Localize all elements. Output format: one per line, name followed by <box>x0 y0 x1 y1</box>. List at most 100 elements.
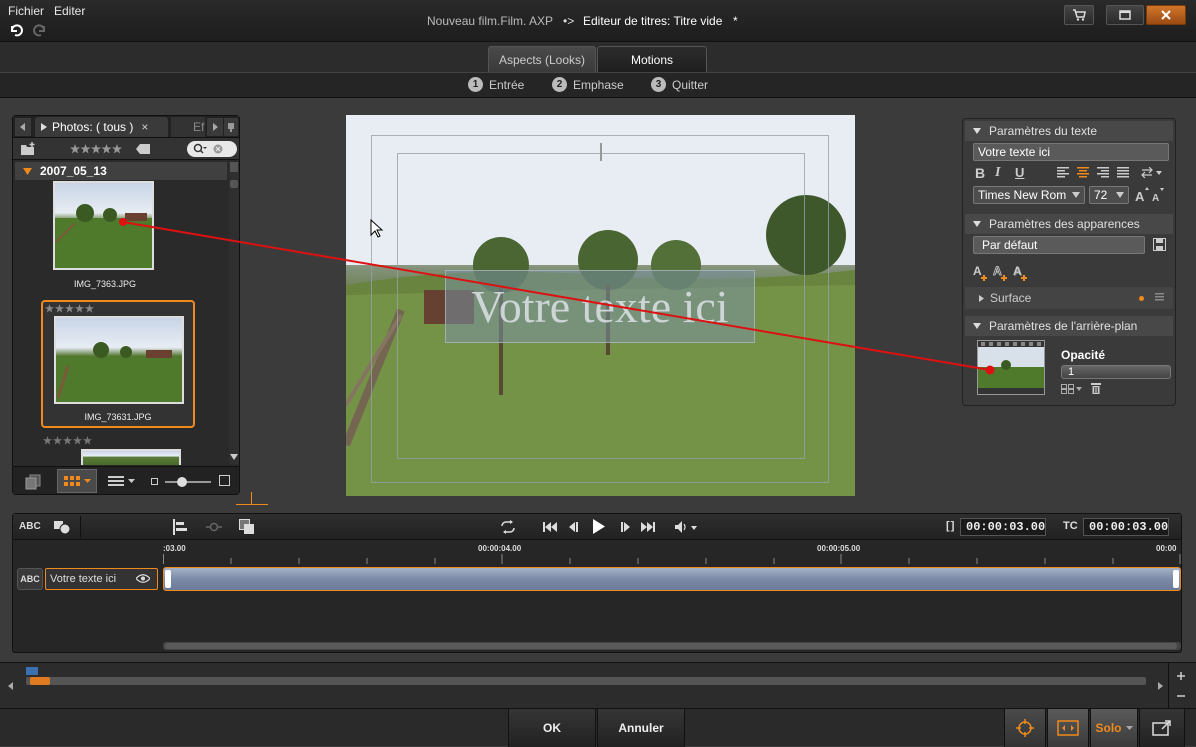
appearance-params-header[interactable]: Paramètres des apparences <box>965 214 1173 234</box>
appearance-preset-field[interactable]: Par défaut <box>973 236 1145 254</box>
external-preview-button[interactable] <box>1139 709 1185 747</box>
layer-menu-icon[interactable] <box>1155 293 1164 301</box>
photo-rating-stars[interactable] <box>43 436 93 445</box>
play-icon[interactable] <box>593 519 605 534</box>
go-start-icon[interactable] <box>543 522 557 532</box>
zoom-out-icon[interactable] <box>1174 689 1188 703</box>
add-edge-icon[interactable]: A <box>993 263 1009 281</box>
tab-close-icon[interactable]: × <box>141 120 148 134</box>
redo-icon[interactable] <box>32 22 48 38</box>
align-left-icon[interactable] <box>1057 167 1069 178</box>
step-number: 2 <box>552 77 567 92</box>
clear-search-icon[interactable] <box>213 144 223 154</box>
scrub-track[interactable] <box>26 677 1146 685</box>
title-preview[interactable]: Votre texte ici <box>346 115 855 496</box>
scroll-thumb[interactable] <box>230 162 238 172</box>
library-item[interactable]: IMG_7363.JPG <box>53 181 157 291</box>
clip-trim-start[interactable] <box>165 570 171 588</box>
tab-looks[interactable]: Aspects (Looks) <box>488 46 596 72</box>
scroll-thumb[interactable] <box>165 643 1177 649</box>
align-right-icon[interactable] <box>1097 167 1109 178</box>
add-face-icon[interactable]: A <box>973 263 989 281</box>
bold-button[interactable]: B <box>975 165 985 181</box>
undo-icon[interactable] <box>8 22 24 38</box>
scrub-position-indicator[interactable] <box>30 677 50 685</box>
target-button[interactable] <box>1004 709 1046 747</box>
grid-view-button[interactable] <box>57 469 97 493</box>
cancel-button[interactable]: Annuler <box>597 709 685 747</box>
duration-display[interactable]: 00:00:03.00 <box>960 518 1046 536</box>
fit-button[interactable] <box>1047 709 1089 747</box>
slider-handle[interactable] <box>177 477 187 487</box>
scrub-left-icon[interactable] <box>6 679 16 693</box>
text-input[interactable]: Votre texte ici <box>973 143 1169 161</box>
surface-layer-row[interactable]: Surface <box>965 287 1173 309</box>
solo-button[interactable]: Solo <box>1090 709 1138 747</box>
scroll-step[interactable] <box>230 180 238 188</box>
scrub-right-icon[interactable] <box>1155 679 1165 693</box>
go-end-icon[interactable] <box>641 522 655 532</box>
photo-rating-stars[interactable] <box>45 304 95 313</box>
tag-icon[interactable] <box>135 143 151 155</box>
close-button[interactable] <box>1146 5 1186 25</box>
step-emphasis[interactable]: 2 Emphase <box>552 77 624 92</box>
title-clip[interactable] <box>163 567 1181 591</box>
background-thumbnail[interactable] <box>977 340 1045 395</box>
timeline-ruler[interactable]: :03.00 00:00:04.00 00:00:05.00 00:00 <box>163 542 1181 564</box>
group-icon[interactable] <box>239 519 255 535</box>
align-icon[interactable] <box>173 519 187 535</box>
add-text-button[interactable]: ABC <box>19 521 41 532</box>
step-exit[interactable]: 3 Quitter <box>651 77 708 92</box>
text-direction-icon[interactable] <box>1141 167 1163 178</box>
library-item-selected[interactable]: IMG_73631.JPG <box>41 300 195 428</box>
menu-edit[interactable]: Editer <box>54 4 85 18</box>
library-tab-effects[interactable]: Ef <box>171 117 205 137</box>
add-shadow-icon[interactable]: AA <box>1013 263 1029 281</box>
library-tab-photos[interactable]: Photos: ( tous ) × <box>35 117 168 137</box>
step-entry[interactable]: 1 Entrée <box>468 77 524 92</box>
opacity-input[interactable]: 1 <box>1061 365 1171 379</box>
clip-trim-end[interactable] <box>1173 570 1179 588</box>
stack-icon[interactable] <box>23 473 43 491</box>
volume-icon[interactable] <box>675 521 699 533</box>
search-box[interactable] <box>187 141 237 157</box>
step-back-icon[interactable] <box>568 522 578 532</box>
title-text-object[interactable]: Votre texte ici <box>445 270 755 343</box>
text-params-header[interactable]: Paramètres du texte <box>965 121 1173 141</box>
background-params-header[interactable]: Paramètres de l'arrière-plan <box>965 316 1173 336</box>
tab-scroll-right-icon[interactable] <box>207 118 223 136</box>
italic-button[interactable]: I <box>995 165 1000 181</box>
save-icon[interactable] <box>1153 238 1166 251</box>
tab-scroll-left-icon[interactable] <box>15 118 31 136</box>
rating-filter-stars[interactable] <box>69 142 123 156</box>
photo-thumbnail[interactable] <box>81 449 181 465</box>
font-size-adjust-icon[interactable]: AA <box>1135 187 1169 203</box>
pin-icon[interactable] <box>224 118 238 136</box>
justify-icon[interactable] <box>1117 167 1129 178</box>
add-shape-icon[interactable] <box>53 520 71 534</box>
tab-motions[interactable]: Motions <box>597 46 707 72</box>
font-family-select[interactable]: Times New Rom <box>973 186 1085 204</box>
thumbnail-size-slider[interactable] <box>165 477 211 487</box>
maximize-button[interactable] <box>1106 5 1144 25</box>
menu-file[interactable]: Fichier <box>8 4 44 18</box>
store-button[interactable] <box>1064 5 1094 25</box>
eye-icon[interactable] <box>136 574 150 583</box>
underline-button[interactable]: U <box>1015 165 1024 180</box>
list-view-button[interactable] <box>103 471 139 491</box>
add-folder-icon[interactable] <box>19 141 37 157</box>
background-layout-icon[interactable] <box>1061 384 1083 394</box>
loop-icon[interactable] <box>499 520 517 534</box>
timecode-display[interactable]: 00:00:03.00 <box>1083 518 1169 536</box>
scroll-down-icon[interactable] <box>230 452 238 462</box>
font-size-select[interactable]: 72 <box>1089 186 1129 204</box>
delete-background-icon[interactable] <box>1091 383 1101 394</box>
folder-header[interactable]: 2007_05_13 <box>15 162 227 180</box>
step-forward-icon[interactable] <box>621 522 631 532</box>
zoom-in-icon[interactable] <box>1174 669 1188 683</box>
align-center-icon[interactable] <box>1077 167 1089 178</box>
track-name[interactable]: Votre texte ici <box>45 568 158 590</box>
timeline-scrollbar[interactable] <box>163 642 1181 650</box>
ok-button[interactable]: OK <box>508 709 596 747</box>
library-scrollbar[interactable] <box>229 162 239 464</box>
